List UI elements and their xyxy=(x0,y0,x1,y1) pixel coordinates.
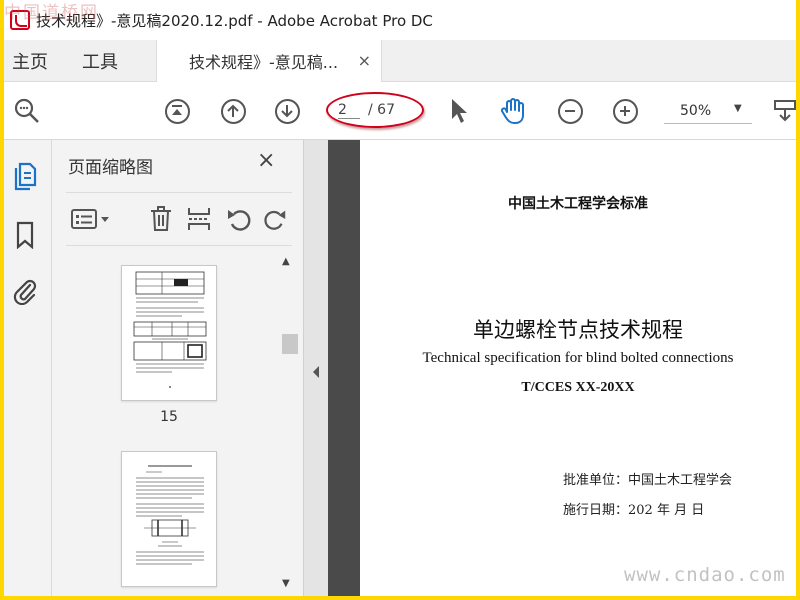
scroll-up-icon[interactable]: ▲ xyxy=(282,256,290,267)
zoom-select[interactable]: 50% ▼ xyxy=(664,98,752,124)
doc-code: T/CCES XX-20XX xyxy=(521,380,635,395)
close-panel-icon[interactable]: × xyxy=(257,148,275,173)
select-pointer-icon[interactable] xyxy=(444,96,474,126)
doc-effective-date: 施行日期：202 年 月 日 xyxy=(563,503,705,518)
next-page-icon[interactable] xyxy=(272,96,302,126)
doc-approval: 批准单位：中国土木工程学会 xyxy=(563,473,733,488)
tab-document[interactable]: 技术规程》-意见稿... × xyxy=(156,40,382,82)
panel-title: 页面缩略图 xyxy=(68,158,153,178)
bookmark-icon[interactable] xyxy=(10,220,40,250)
insert-icon[interactable] xyxy=(184,205,214,233)
scroll-down-icon[interactable]: ▼ xyxy=(282,578,290,589)
acrobat-window: 技术规程》-意见稿2020.12.pdf - Adobe Acrobat Pro… xyxy=(4,0,796,596)
search-icon[interactable] xyxy=(12,96,42,126)
zoom-out-icon[interactable] xyxy=(555,96,585,126)
document-page: 中国土木工程学会标准 单边螺栓节点技术规程 Technical specific… xyxy=(360,140,796,596)
tab-document-label: 技术规程》-意见稿... xyxy=(189,53,339,72)
options-icon[interactable] xyxy=(70,205,114,233)
doc-english-title: Technical specification for blind bolted… xyxy=(422,350,734,366)
page-thumbnail[interactable] xyxy=(121,265,217,401)
thumbnail-scrollbar[interactable]: ▲ ▼ xyxy=(278,252,298,596)
page-thumbnail[interactable] xyxy=(121,451,217,587)
panel-splitter[interactable] xyxy=(304,140,328,596)
thumbnail-label: 15 xyxy=(160,409,178,425)
doc-organization: 中国土木工程学会标准 xyxy=(508,196,648,212)
tab-tools[interactable]: 工具 xyxy=(82,48,118,74)
watermark-bottom: www.cndao.com xyxy=(624,564,786,586)
title-bar: 技术规程》-意见稿2020.12.pdf - Adobe Acrobat Pro… xyxy=(4,0,796,40)
chevron-down-icon[interactable]: ▼ xyxy=(734,103,742,114)
tab-home[interactable]: 主页 xyxy=(12,48,48,74)
hand-tool-icon[interactable] xyxy=(498,96,528,126)
close-tab-icon[interactable]: × xyxy=(358,51,371,70)
toolbar: 2 / 67 50% ▼ xyxy=(4,82,796,140)
collapse-panel-icon[interactable] xyxy=(312,365,320,379)
zoom-in-icon[interactable] xyxy=(610,96,640,126)
thumbnail-list: 15 xyxy=(66,252,276,596)
more-tools-icon[interactable] xyxy=(770,96,796,126)
tab-row: 主页 工具 技术规程》-意见稿... × xyxy=(4,40,796,82)
scrollbar-thumb[interactable] xyxy=(282,334,298,354)
highlight-annotation xyxy=(326,92,424,128)
doc-title: 单边螺栓节点技术规程 xyxy=(473,318,683,342)
first-page-icon[interactable] xyxy=(162,96,192,126)
page-thumbnails-icon[interactable] xyxy=(10,162,40,192)
thumbnails-panel: 页面缩略图 × 15 ▲ ▼ xyxy=(52,140,304,596)
watermark-top: 中国道桥网 xyxy=(4,3,99,23)
zoom-value: 50% xyxy=(680,103,712,119)
attachment-icon[interactable] xyxy=(10,276,40,306)
previous-page-icon[interactable] xyxy=(218,96,248,126)
left-rail xyxy=(4,140,52,596)
panel-toolbar xyxy=(66,192,292,246)
rotate-left-icon[interactable] xyxy=(224,205,254,233)
rotate-right-icon[interactable] xyxy=(262,205,288,233)
delete-icon[interactable] xyxy=(146,205,176,233)
